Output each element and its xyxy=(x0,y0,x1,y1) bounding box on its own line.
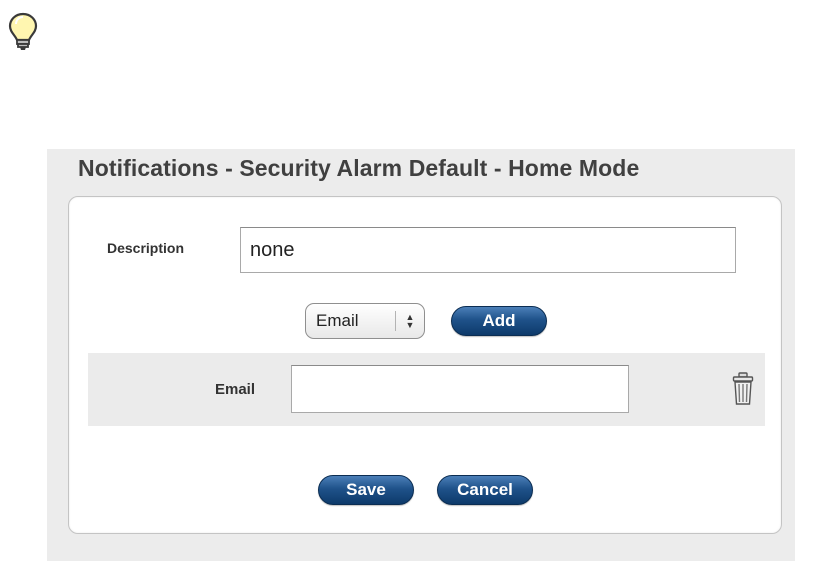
trash-icon[interactable] xyxy=(732,372,754,406)
save-button[interactable]: Save xyxy=(318,475,414,505)
cancel-button[interactable]: Cancel xyxy=(437,475,533,505)
notifications-page: Notifications - Security Alarm Default -… xyxy=(0,0,818,562)
lightbulb-icon xyxy=(8,12,38,50)
description-label: Description xyxy=(107,240,185,256)
up-down-arrows-icon: ▲ ▼ xyxy=(405,312,415,330)
description-input[interactable] xyxy=(240,227,736,273)
add-button[interactable]: Add xyxy=(451,306,547,336)
notification-type-value: Email xyxy=(316,311,359,330)
panel-title: Notifications - Security Alarm Default -… xyxy=(78,155,640,181)
notification-type-select[interactable]: Email ▲ ▼ xyxy=(305,303,425,339)
email-label: Email xyxy=(215,381,256,398)
email-input[interactable] xyxy=(291,365,629,413)
